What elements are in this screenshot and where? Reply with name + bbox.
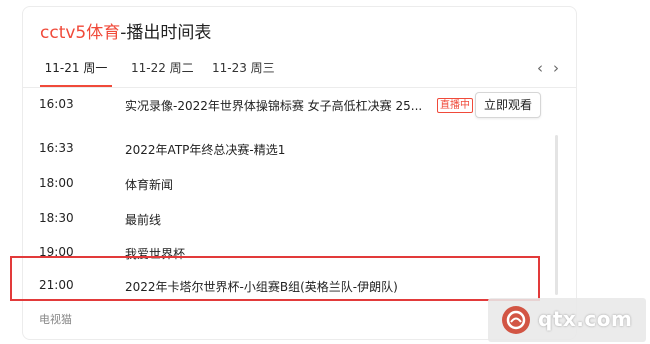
live-badge: 直播中 (437, 98, 473, 113)
chevron-right-icon[interactable]: › (549, 55, 563, 81)
scrollbar[interactable] (555, 135, 558, 295)
program-time: 16:33 (39, 141, 74, 155)
title-suffix: -播出时间表 (120, 23, 212, 43)
logo-icon (502, 306, 530, 334)
channel-name: cctv5体育 (40, 23, 121, 43)
highlight-box (10, 256, 540, 301)
program-title[interactable]: 2022年ATP年终总决赛-精选1 (125, 141, 435, 158)
tab-11-21[interactable]: 11-21 周一 (40, 53, 112, 87)
source-label: 电视猫 (39, 313, 72, 326)
program-time: 16:03 (39, 97, 74, 111)
schedule-row: 16:03 实况录像-2022年世界体操锦标赛 女子高低杠决赛 25... 直播… (23, 89, 543, 123)
program-time: 18:00 (39, 176, 74, 190)
tab-11-23[interactable]: 11-23 周三 (212, 53, 275, 85)
schedule-row: 18:30 最前线 (23, 203, 543, 237)
page-title: cctv5体育-播出时间表 (40, 22, 211, 44)
watermark: qtx.com (488, 298, 646, 342)
watch-now-button[interactable]: 立即观看 (475, 92, 541, 118)
chevron-left-icon[interactable]: ‹ (533, 55, 547, 81)
program-title[interactable]: 最前线 (125, 211, 435, 228)
schedule-row: 18:00 体育新闻 (23, 168, 543, 202)
date-tabs: 11-21 周一 11-22 周二 11-23 周三 ‹ › (23, 53, 576, 88)
program-title[interactable]: 实况录像-2022年世界体操锦标赛 女子高低杠决赛 25... (125, 97, 435, 114)
tab-11-22[interactable]: 11-22 周二 (131, 53, 194, 85)
watermark-text: qtx.com (538, 307, 633, 331)
program-time: 18:30 (39, 211, 74, 225)
schedule-row: 16:33 2022年ATP年终总决赛-精选1 (23, 133, 543, 167)
program-title[interactable]: 体育新闻 (125, 176, 435, 193)
